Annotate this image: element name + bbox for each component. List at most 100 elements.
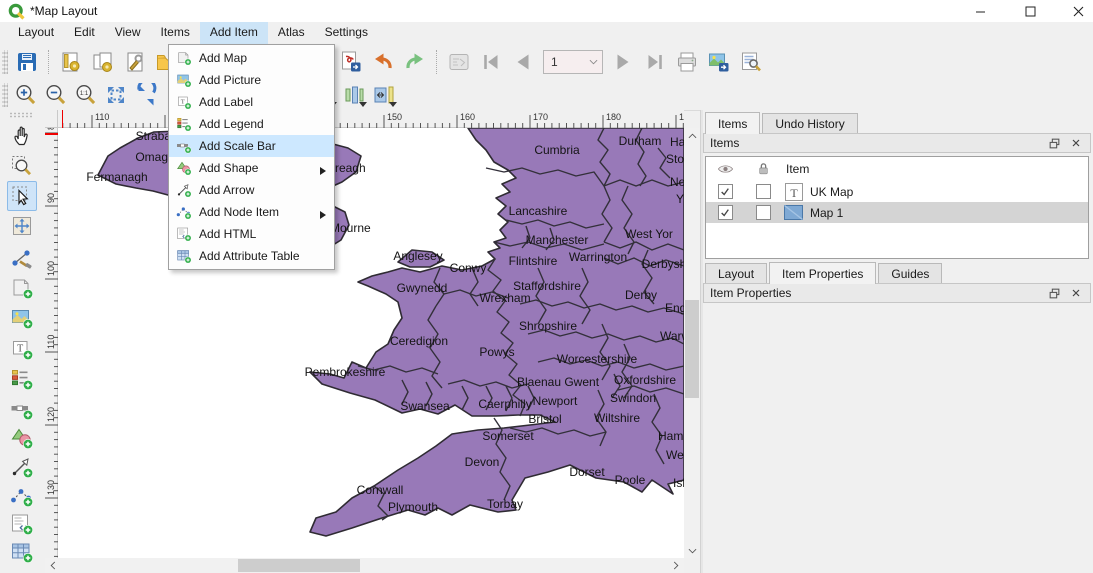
map-label: Swansea (400, 399, 450, 413)
menu-add-map[interactable]: Add Map (169, 47, 334, 69)
scroll-left-button[interactable] (45, 558, 61, 573)
map-label: Flintshire (509, 254, 558, 268)
map-label: Derbysh (642, 257, 684, 271)
map-label: Hampsh (658, 429, 684, 443)
layout-properties-button[interactable] (120, 47, 150, 77)
menu-add-html[interactable]: Add HTML (169, 223, 334, 245)
visibility-checkbox[interactable] (718, 205, 733, 220)
refresh-button[interactable] (132, 82, 160, 108)
map-label: Staffordshire (513, 279, 581, 293)
redo-button[interactable] (400, 47, 430, 77)
vscroll-thumb[interactable] (685, 300, 699, 398)
item-row-uk-map[interactable]: T UK Map (706, 181, 1088, 202)
tab-items[interactable]: Items (705, 112, 760, 134)
toolbar-separator (436, 50, 438, 74)
pan-tool-button[interactable] (7, 121, 37, 151)
atlas-first-button[interactable] (476, 47, 506, 77)
zoom-actual-button[interactable]: 1:1 (72, 82, 100, 108)
vertical-scrollbar[interactable] (684, 128, 700, 558)
add-label-icon: T (176, 94, 192, 110)
scroll-up-button[interactable] (684, 128, 700, 143)
float-panel-button[interactable] (1046, 135, 1062, 151)
close-button[interactable] (1061, 0, 1093, 22)
resize-items-button[interactable] (370, 82, 398, 108)
zoom-in-button[interactable] (12, 82, 40, 108)
add-label-tool-button[interactable]: T (7, 334, 37, 364)
add-map-tool-button[interactable] (7, 273, 37, 303)
undo-button[interactable] (368, 47, 398, 77)
menu-view[interactable]: View (105, 22, 151, 44)
menu-add-arrow[interactable]: Add Arrow (169, 179, 334, 201)
minimize-button[interactable] (963, 0, 997, 22)
lock-checkbox[interactable] (756, 184, 771, 199)
menu-add-legend[interactable]: Add Legend (169, 113, 334, 135)
print-atlas-button[interactable] (672, 47, 702, 77)
atlas-next-button[interactable] (608, 47, 638, 77)
add-attribute-table-tool-button[interactable] (7, 537, 37, 567)
close-panel-button[interactable] (1068, 285, 1084, 301)
menu-add-picture[interactable]: Add Picture (169, 69, 334, 91)
add-arrow-tool-button[interactable] (7, 452, 37, 482)
item-row-map-1[interactable]: Map 1 (706, 202, 1088, 223)
zoom-out-button[interactable] (42, 82, 70, 108)
duplicate-layout-button[interactable] (88, 47, 118, 77)
zoom-select-tool-button[interactable] (7, 151, 37, 181)
add-scalebar-tool-button[interactable] (7, 394, 37, 424)
map-label: Pembrokeshire (305, 365, 386, 379)
add-shape-tool-button[interactable] (7, 423, 37, 453)
edit-nodes-tool-button[interactable] (7, 243, 37, 273)
scroll-down-button[interactable] (684, 543, 700, 558)
menu-edit[interactable]: Edit (64, 22, 105, 44)
float-panel-button[interactable] (1046, 285, 1062, 301)
export-pdf-button[interactable] (336, 47, 366, 77)
export-atlas-image-button[interactable] (704, 47, 734, 77)
map-label: Shropshire (519, 319, 577, 333)
add-shape-icon-holder (176, 160, 192, 176)
menu-add-label[interactable]: TAdd Label (169, 91, 334, 113)
atlas-prev-button[interactable] (508, 47, 538, 77)
hscroll-thumb[interactable] (238, 559, 360, 572)
map-label: West Yor (625, 227, 673, 241)
map-label: Ceredigion (390, 334, 448, 348)
distribute-items-button[interactable] (340, 82, 368, 108)
atlas-preview-button[interactable] (444, 47, 474, 77)
scroll-right-button[interactable] (668, 558, 684, 573)
tab-undo-history[interactable]: Undo History (762, 113, 857, 134)
layout-canvas[interactable]: StrabaneOmaghFermanaghreaghMourneCumbria… (58, 128, 684, 558)
tab-item-properties[interactable]: Item Properties (769, 262, 876, 284)
ruler-label: 130 (46, 480, 56, 495)
map-label: We (666, 448, 684, 462)
tab-guides[interactable]: Guides (878, 263, 942, 284)
add-node-item-tool-button[interactable] (7, 481, 37, 511)
menu-layout[interactable]: Layout (8, 22, 64, 44)
menu-settings[interactable]: Settings (315, 22, 378, 44)
zoom-full-button[interactable] (102, 82, 130, 108)
select-move-tool-button[interactable] (7, 181, 37, 211)
zoom-select-icon (10, 154, 34, 178)
menu-add-item[interactable]: Add Item (200, 22, 268, 44)
menu-add-node-item[interactable]: Add Node Item (169, 201, 334, 223)
maximize-button[interactable] (1013, 0, 1047, 22)
properties-dock-header: Item Properties (703, 283, 1091, 303)
tab-layout[interactable]: Layout (705, 263, 767, 284)
check-icon (720, 187, 730, 197)
menu-add-attribute-table[interactable]: Add Attribute Table (169, 245, 334, 267)
horizontal-scrollbar[interactable] (45, 558, 684, 573)
move-content-tool-button[interactable] (7, 211, 37, 241)
new-layout-button[interactable] (56, 47, 86, 77)
add-legend-tool-button[interactable] (7, 364, 37, 394)
lock-checkbox[interactable] (756, 205, 771, 220)
save-project-button[interactable] (12, 47, 42, 77)
visibility-checkbox[interactable] (718, 184, 733, 199)
export-atlas-report-button[interactable] (736, 47, 766, 77)
atlas-page-combobox[interactable]: 1 (543, 50, 603, 74)
menu-atlas[interactable]: Atlas (268, 22, 315, 44)
menu-items[interactable]: Items (151, 22, 200, 44)
menu-add-scale-bar[interactable]: Add Scale Bar (169, 135, 334, 157)
menu-add-shape[interactable]: Add Shape (169, 157, 334, 179)
map-label: Blaenau Gwent (517, 375, 600, 389)
close-panel-button[interactable] (1068, 135, 1084, 151)
add-html-tool-button[interactable] (7, 509, 37, 539)
atlas-last-button[interactable] (640, 47, 670, 77)
add-picture-tool-button[interactable] (7, 303, 37, 333)
